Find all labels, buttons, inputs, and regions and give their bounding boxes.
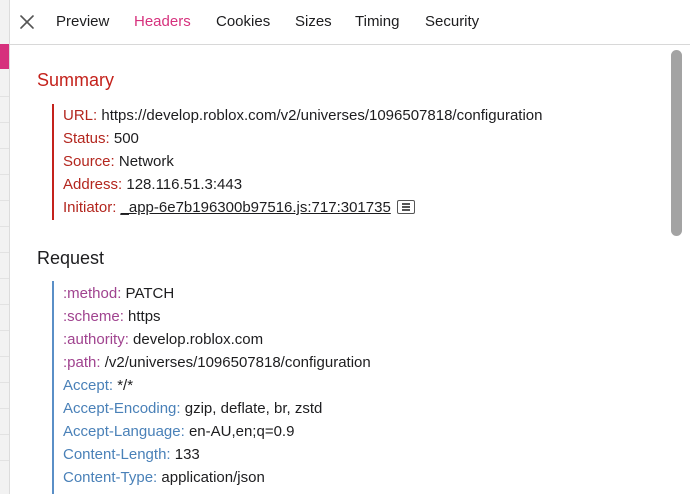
header-value: */* [117,377,134,394]
header-row: :scheme: https [63,308,161,326]
vertical-scrollbar[interactable] [665,45,690,494]
summary-initiator-row: Initiator: _app-6e7b196300b97516.js:717:… [63,199,415,217]
summary-url-value: https://develop.roblox.com/v2/universes/… [101,107,543,124]
tab-security[interactable]: Security [425,13,479,31]
header-value: 133 [174,446,200,463]
request-list-edge [0,0,10,494]
tab-cookies[interactable]: Cookies [216,13,270,31]
summary-address-row: Address: 128.116.51.3:443 [63,176,242,194]
tab-headers[interactable]: Headers [134,13,191,31]
header-value: develop.roblox.com [133,331,264,348]
header-row: :method: PATCH [63,285,174,303]
header-key: Content-Length: [63,446,171,463]
header-key: :scheme: [63,308,124,325]
header-value: application/json [161,469,265,486]
tab-preview[interactable]: Preview [56,13,109,31]
summary-source-value: Network [118,153,174,170]
details-tab-bar: Preview Headers Cookies Sizes Timing Sec… [10,0,690,45]
initiator-link[interactable]: _app-6e7b196300b97516.js:717:301735 [121,199,391,216]
summary-url-key: URL: [63,107,98,124]
header-key: :method: [63,285,122,302]
header-row: Content-Type: application/json [63,469,265,487]
tab-sizes[interactable]: Sizes [295,13,332,31]
header-row: :path: /v2/universes/1096507818/configur… [63,354,371,372]
request-section-title: Request [37,248,105,268]
header-key: Accept-Encoding: [63,400,181,417]
summary-source-key: Source: [63,153,115,170]
header-row: Content-Length: 133 [63,446,200,464]
summary-address-key: Address: [63,176,123,193]
summary-status-key: Status: [63,130,110,147]
request-headers-block: :method: PATCH :scheme: https :authority… [52,281,371,494]
header-value: /v2/universes/1096507818/configuration [104,354,371,371]
summary-status-row: Status: 500 [63,130,139,148]
header-value: en-AU,en;q=0.9 [188,423,295,440]
tab-timing[interactable]: Timing [355,13,399,31]
summary-address-value: 128.116.51.3:443 [126,176,243,193]
close-icon [20,15,34,29]
header-row: Accept-Encoding: gzip, deflate, br, zstd [63,400,322,418]
header-row: Accept-Language: en-AU,en;q=0.9 [63,423,294,441]
scrollbar-thumb[interactable] [671,50,682,236]
selected-request-indicator [0,44,9,69]
summary-status-value: 500 [113,130,139,147]
summary-source-row: Source: Network [63,153,174,171]
summary-section-title: Summary [37,70,115,90]
summary-block: URL: https://develop.roblox.com/v2/unive… [52,104,542,220]
close-details-button[interactable] [18,13,36,31]
summary-url-row: URL: https://develop.roblox.com/v2/unive… [63,107,542,125]
header-key: :authority: [63,331,129,348]
reveal-in-source-icon[interactable] [396,200,415,214]
header-value: PATCH [125,285,175,302]
header-key: :path: [63,354,101,371]
summary-initiator-key: Initiator: [63,199,117,216]
web-inspector-network-details: Preview Headers Cookies Sizes Timing Sec… [0,0,690,494]
header-key: Accept-Language: [63,423,185,440]
header-key: Accept: [63,377,114,394]
header-key: Content-Type: [63,469,158,486]
header-value: https [128,308,161,325]
headers-content: Summary URL: https://develop.roblox.com/… [10,45,665,494]
header-value: gzip, deflate, br, zstd [184,400,323,417]
header-row: :authority: develop.roblox.com [63,331,263,349]
header-row: Accept: */* [63,377,133,395]
